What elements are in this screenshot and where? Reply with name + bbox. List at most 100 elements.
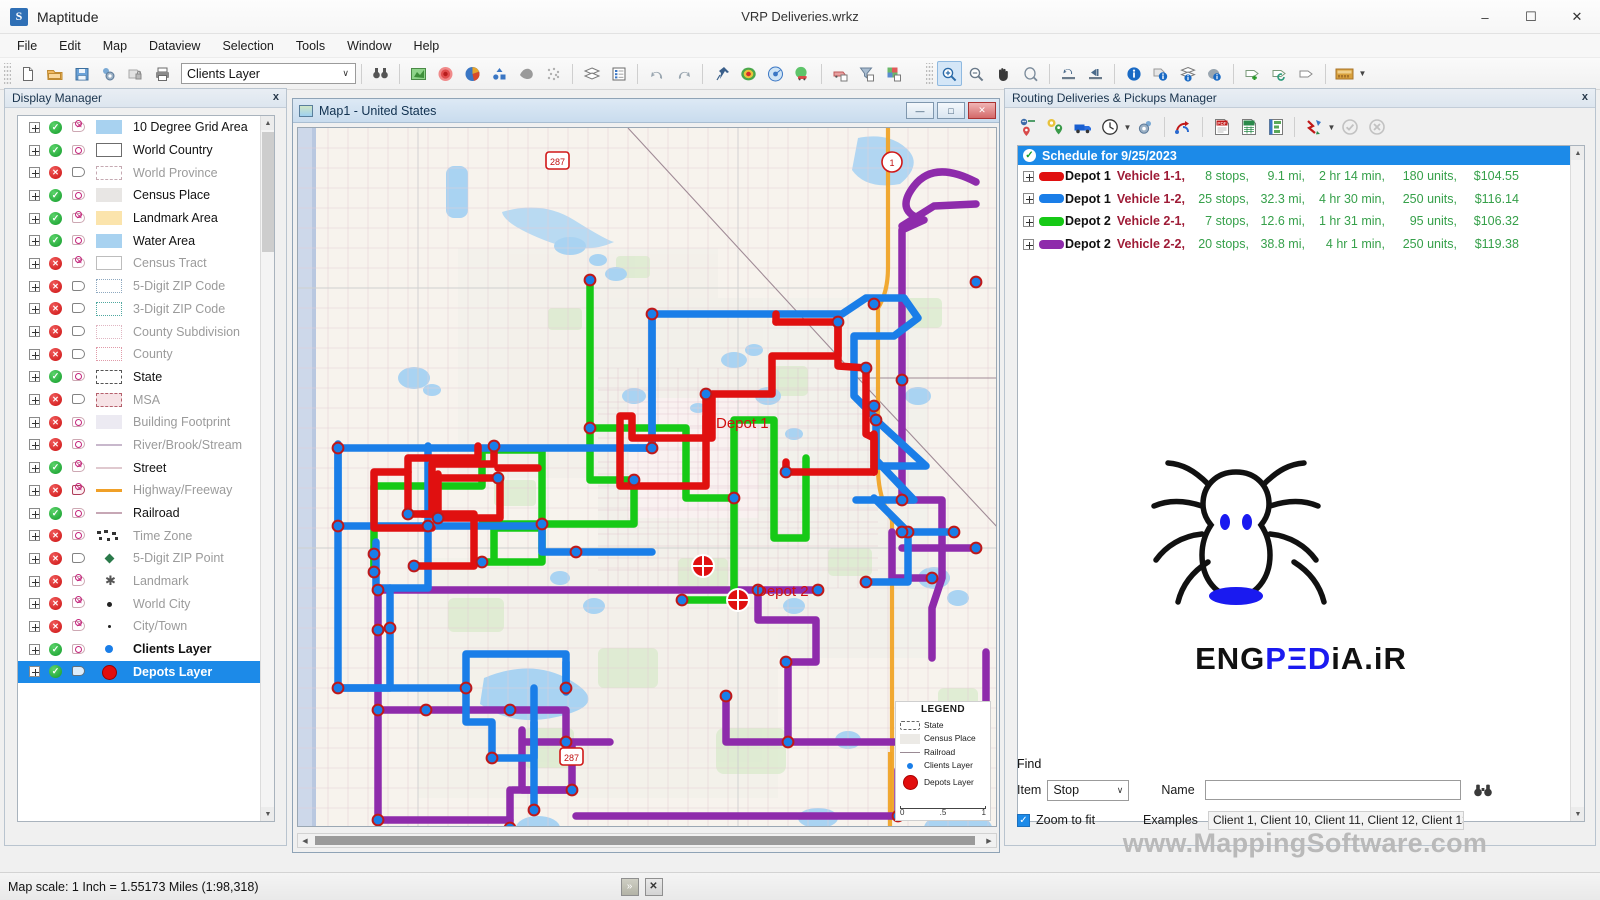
expand-layer-icon[interactable] <box>29 235 40 247</box>
expand-layer-icon[interactable] <box>29 212 40 224</box>
visible-off-icon[interactable] <box>49 483 62 497</box>
layer-list[interactable]: 10 Degree Grid Area World Country World Pr… <box>17 115 275 822</box>
expand-layer-icon[interactable] <box>29 280 40 292</box>
layer-row-world-city[interactable]: World City <box>18 592 274 615</box>
expand-layer-icon[interactable] <box>29 643 40 655</box>
refresh-record-icon[interactable] <box>1267 61 1292 86</box>
info-icon[interactable] <box>1121 61 1146 86</box>
schedule-list[interactable]: Schedule for 9/25/2023 Depot 1 Vehicle 1-… <box>1017 145 1585 822</box>
fill-color-icon[interactable] <box>514 61 539 86</box>
find-binoculars-icon[interactable] <box>1473 783 1493 798</box>
vehicle-route-icon[interactable] <box>828 61 853 86</box>
scroll-up-icon[interactable]: ▲ <box>261 116 274 130</box>
visible-on-icon[interactable] <box>49 461 62 475</box>
layer-row-world-province[interactable]: World Province <box>18 161 274 184</box>
optimize-stops-icon[interactable] <box>1043 115 1068 140</box>
layer-row-city-town[interactable]: City/Town <box>18 615 274 638</box>
scroll-right-icon[interactable]: ▶ <box>982 834 996 847</box>
route-row[interactable]: Depot 2 Vehicle 2-2, 20 stops, 38.8 mi, 4 hr… <box>1018 233 1584 256</box>
schedule-scrollbar[interactable]: ▲ ▼ <box>1570 146 1584 821</box>
vehicle-icon[interactable] <box>1070 115 1095 140</box>
hotspot-icon[interactable] <box>736 61 761 86</box>
visible-on-icon[interactable] <box>49 211 62 225</box>
expand-layer-icon[interactable] <box>29 144 40 156</box>
layer-row-clients-layer[interactable]: Clients Layer <box>18 638 274 661</box>
heatmap-icon[interactable] <box>433 61 458 86</box>
layer-row-landmark[interactable]: ✱ Landmark <box>18 570 274 593</box>
pan-hand-icon[interactable] <box>991 61 1016 86</box>
expand-layer-icon[interactable] <box>29 371 40 383</box>
info-copy-icon[interactable] <box>1202 61 1227 86</box>
layer-combo[interactable]: Clients Layer ∨ <box>181 63 356 84</box>
map-horizontal-scrollbar[interactable]: ◀ ▶ <box>297 833 997 848</box>
label-mag-icon[interactable] <box>72 234 87 247</box>
layer-row-landmark-area[interactable]: Landmark Area <box>18 207 274 230</box>
scroll-down-icon[interactable]: ▼ <box>261 807 274 821</box>
label-icon[interactable] <box>72 166 87 179</box>
label-icon[interactable] <box>72 325 87 338</box>
menu-dataview[interactable]: Dataview <box>138 36 211 56</box>
label-mag-icon[interactable] <box>72 438 87 451</box>
route-row[interactable]: Depot 1 Vehicle 1-1, 8 stops, 9.1 mi, 2 hr 1… <box>1018 165 1584 188</box>
stop-button[interactable]: ✕ <box>644 877 663 896</box>
layer-row-river-brook-stream[interactable]: River/Brook/Stream <box>18 434 274 457</box>
expand-layer-icon[interactable] <box>29 598 40 610</box>
clock-dropdown-caret[interactable]: ▼ <box>1123 116 1132 138</box>
layers-icon[interactable] <box>579 61 604 86</box>
pin-icon[interactable] <box>709 61 734 86</box>
map-select-icon[interactable] <box>406 61 431 86</box>
toolbox-icon[interactable] <box>1332 61 1357 86</box>
layer-row-world-country[interactable]: World Country <box>18 139 274 162</box>
toolbox-dropdown-caret[interactable]: ▼ <box>1358 63 1367 85</box>
expand-layer-icon[interactable] <box>29 303 40 315</box>
visible-off-icon[interactable] <box>49 619 62 633</box>
zoom-to-fit-checkbox[interactable] <box>1017 813 1030 827</box>
label-mag-icon[interactable] <box>72 529 87 542</box>
layer-row-5-digit-zip-code[interactable]: 5-Digit ZIP Code <box>18 275 274 298</box>
layer-row-railroad[interactable]: Railroad <box>18 502 274 525</box>
layer-list-scrollbar[interactable]: ▲ ▼ <box>260 116 274 821</box>
layer-row-street[interactable]: Street <box>18 456 274 479</box>
visible-off-icon[interactable] <box>49 347 62 361</box>
expand-route-icon[interactable] <box>1023 193 1034 205</box>
expand-layer-icon[interactable] <box>29 326 40 338</box>
zoom-in-icon[interactable] <box>937 61 962 86</box>
minimize-button[interactable]: – <box>1462 0 1508 34</box>
label-icon[interactable] <box>72 665 87 678</box>
add-record-icon[interactable] <box>1240 61 1265 86</box>
expand-layer-icon[interactable] <box>29 575 40 587</box>
map-restore-button[interactable]: — <box>906 102 934 119</box>
pie-chart-theme-icon[interactable] <box>460 61 485 86</box>
layer-row-building-footprint[interactable]: Building Footprint <box>18 411 274 434</box>
label-x-icon[interactable] <box>72 460 87 474</box>
drive-time-icon[interactable] <box>790 61 815 86</box>
layer-row-10-degree-grid-area[interactable]: 10 Degree Grid Area <box>18 116 274 139</box>
reroute-icon[interactable] <box>1171 115 1196 140</box>
visible-on-icon[interactable] <box>49 143 62 157</box>
visible-off-icon[interactable] <box>49 279 62 293</box>
expand-layer-icon[interactable] <box>29 552 40 564</box>
dot-density-icon[interactable] <box>541 61 566 86</box>
menu-file[interactable]: File <box>6 36 48 56</box>
layer-row-5-digit-zip-point[interactable]: 5-Digit ZIP Point <box>18 547 274 570</box>
menu-selection[interactable]: Selection <box>211 36 284 56</box>
label-x-icon[interactable] <box>72 119 87 134</box>
zoom-prev-icon[interactable] <box>1018 61 1043 86</box>
layer-row-msa[interactable]: MSA <box>18 388 274 411</box>
export-excel-icon[interactable] <box>1236 115 1261 140</box>
new-file-icon[interactable] <box>15 61 40 86</box>
zoom-to-fit-label[interactable]: Zoom to fit <box>1036 813 1095 827</box>
visible-off-icon[interactable] <box>49 551 62 565</box>
map-maximize-button[interactable]: □ <box>937 102 965 119</box>
expand-layer-icon[interactable] <box>29 666 40 678</box>
visible-on-icon[interactable] <box>49 120 62 134</box>
label-mag-icon[interactable] <box>72 643 87 656</box>
binoculars-icon[interactable] <box>368 61 393 86</box>
legend-icon[interactable] <box>606 61 631 86</box>
menu-edit[interactable]: Edit <box>48 36 92 56</box>
menu-tools[interactable]: Tools <box>285 36 336 56</box>
label-x-icon[interactable] <box>72 596 87 610</box>
layer-row-census-place[interactable]: Census Place <box>18 184 274 207</box>
undo-icon[interactable] <box>644 61 669 86</box>
visible-off-icon[interactable] <box>49 529 62 543</box>
